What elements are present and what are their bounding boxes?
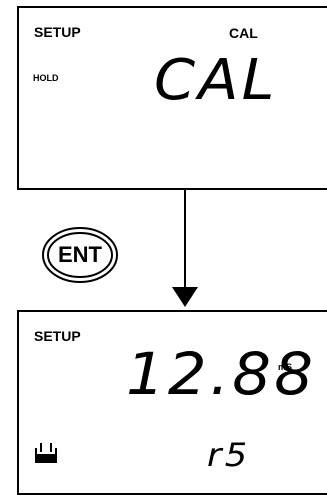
ent-button[interactable]: ENT — [40, 226, 120, 284]
lcd-display-bottom: SETUP 12.88 mS r5 — [17, 310, 327, 495]
unit-label: mS — [278, 362, 293, 372]
flow-arrow-head — [172, 287, 198, 307]
hold-label: HOLD — [33, 73, 59, 83]
cal-mode-label: CAL — [229, 25, 258, 41]
lcd-display-top: SETUP CAL HOLD CAL — [17, 6, 327, 190]
beaker-icon — [35, 443, 57, 463]
setup-label: SETUP — [34, 328, 81, 344]
setup-label: SETUP — [34, 24, 81, 40]
main-readout: CAL — [154, 48, 278, 113]
ent-button-label: ENT — [58, 242, 102, 267]
conductivity-readout: 12.88 — [126, 340, 317, 408]
range-readout: r5 — [207, 436, 251, 474]
